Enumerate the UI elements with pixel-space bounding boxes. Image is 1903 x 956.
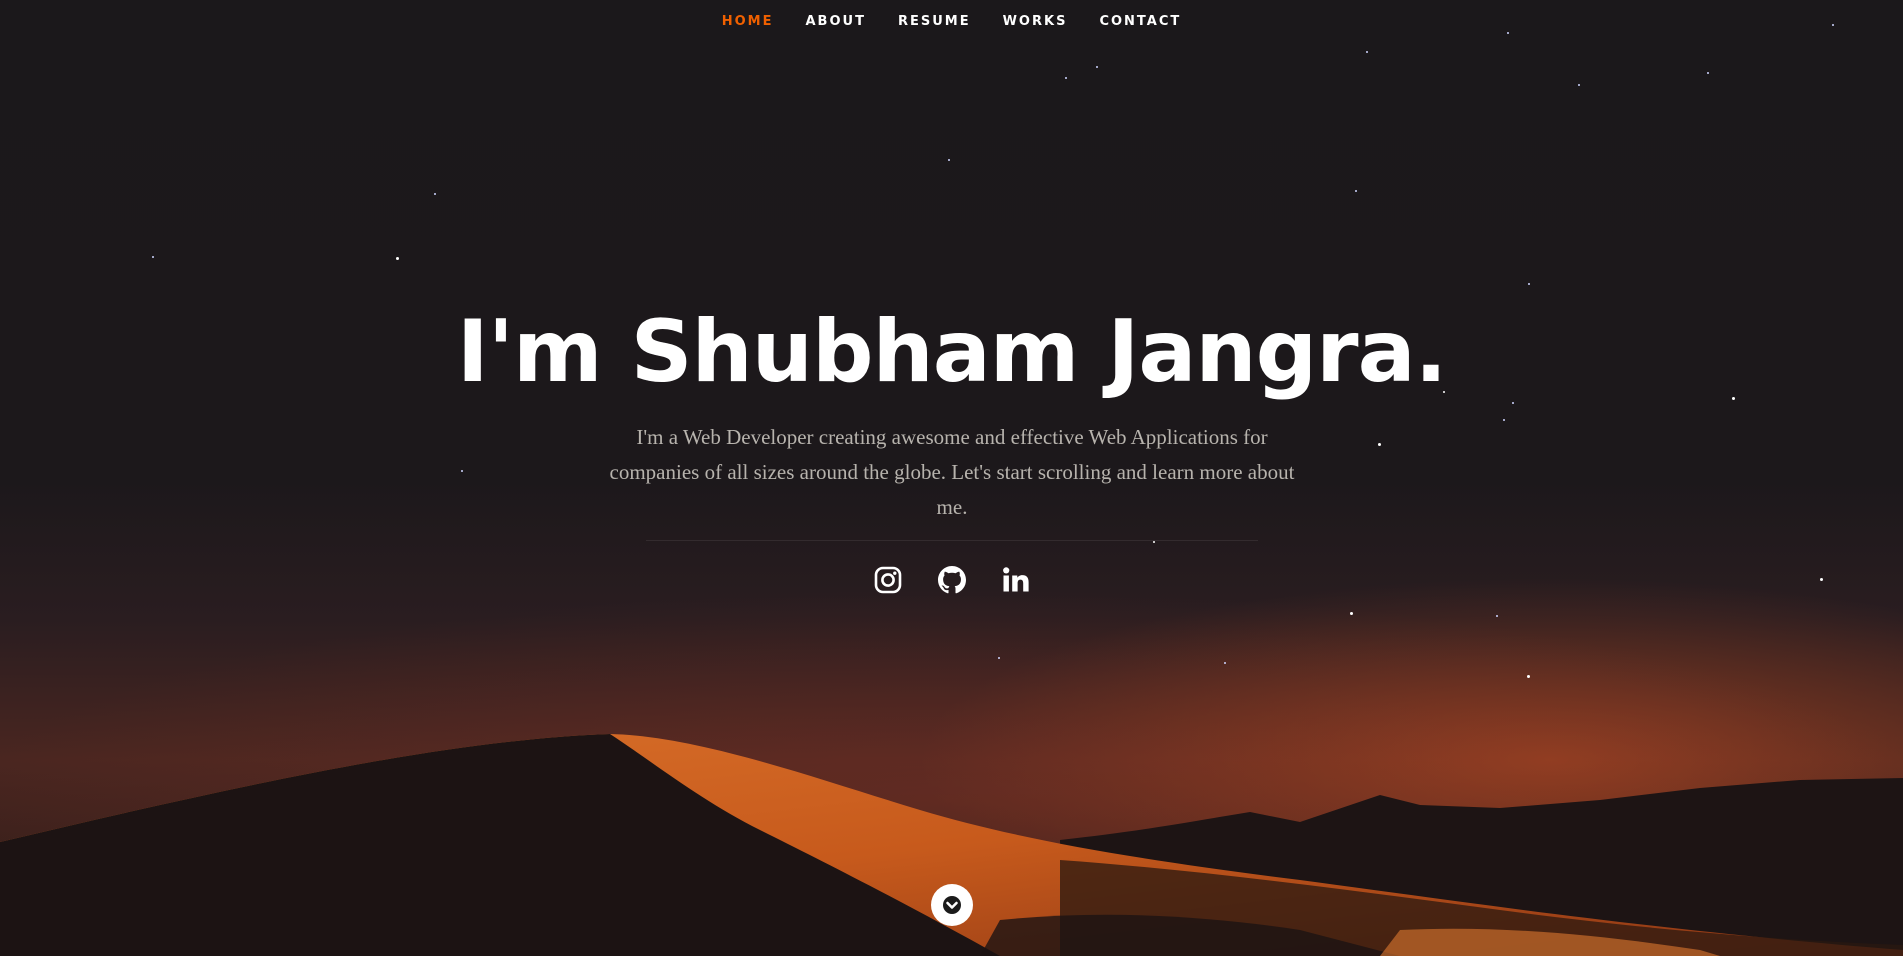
chevron-down-icon [943, 896, 961, 914]
main-nav: HOME ABOUT RESUME WORKS CONTACT [0, 14, 1903, 30]
nav-resume[interactable]: RESUME [882, 14, 987, 30]
social-links [0, 565, 1903, 595]
instagram-link[interactable] [874, 565, 902, 595]
linkedin-link[interactable] [1002, 565, 1030, 595]
hero-title: I'm Shubham Jangra. [456, 302, 1448, 402]
nav-works[interactable]: WORKS [987, 14, 1084, 30]
linkedin-icon [1002, 567, 1029, 592]
scroll-down-button[interactable] [931, 884, 973, 926]
nav-contact[interactable]: CONTACT [1083, 14, 1197, 30]
github-icon [937, 566, 966, 594]
hero-subtitle: I'm a Web Developer creating awesome and… [609, 425, 1295, 519]
nav-about[interactable]: ABOUT [790, 14, 882, 30]
nav-home[interactable]: HOME [706, 14, 790, 30]
instagram-icon [874, 566, 901, 594]
github-link[interactable] [937, 565, 966, 595]
hero-divider [646, 540, 1258, 541]
